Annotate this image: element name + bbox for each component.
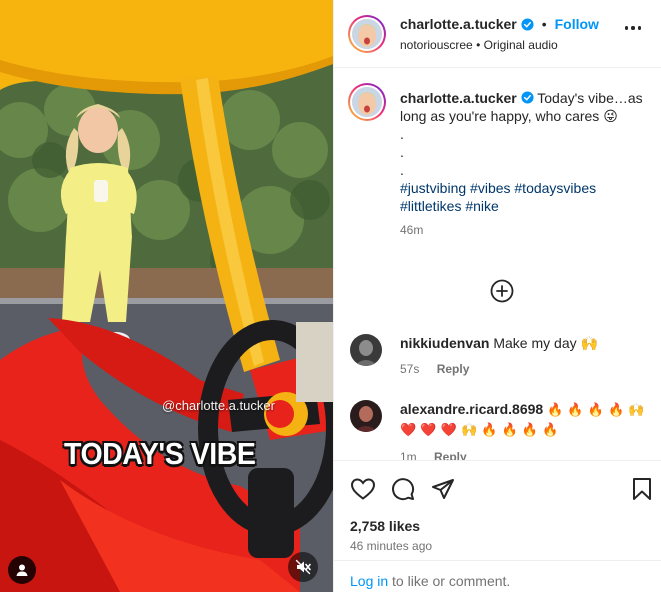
verified-badge-icon: [521, 17, 534, 31]
user-tag-icon: [16, 564, 28, 576]
likes-count[interactable]: 2,758 likes: [350, 518, 420, 534]
audio-source-link[interactable]: notoriouscree: [400, 38, 473, 52]
caption-username[interactable]: charlotte.a.tucker: [400, 90, 517, 106]
comment-username[interactable]: nikkiudenvan: [400, 335, 489, 351]
commenter-avatar[interactable]: [350, 334, 382, 366]
comment-text: Make my day 🙌: [493, 335, 598, 351]
load-more-comments-button[interactable]: [490, 279, 514, 303]
comment-bubble-icon[interactable]: [391, 477, 415, 501]
login-link[interactable]: Log in: [350, 573, 388, 589]
author-username[interactable]: charlotte.a.tucker: [400, 16, 517, 32]
caption-dot: .: [400, 126, 404, 142]
more-dot-icon: [637, 26, 641, 30]
more-dot-icon: [631, 26, 635, 30]
speaker-muted-icon: [295, 559, 311, 575]
post-caption: charlotte.a.tucker Today's vibe…as long …: [400, 89, 650, 239]
author-avatar-image: [352, 19, 382, 49]
commenter-avatar-image: [350, 334, 382, 366]
comment-time: 57s: [400, 362, 420, 376]
caption-hashtags[interactable]: #justvibing #vibes #todaysvibes #littlet…: [400, 179, 650, 215]
tagged-users-button[interactable]: [8, 556, 36, 584]
comment-time: 1m: [400, 450, 417, 460]
post-details-panel: charlotte.a.tucker • Follow notoriouscre…: [333, 0, 661, 592]
like-heart-icon[interactable]: [350, 477, 376, 501]
video-overlay-handle: @charlotte.a.tucker: [162, 398, 275, 413]
post-media[interactable]: @charlotte.a.tucker TODAY'S VIBE: [0, 0, 333, 592]
video-overlay-caption: TODAY'S VIBE: [64, 436, 256, 471]
post-actions: 2,758 likes 46 minutes ago: [334, 460, 661, 560]
post-time-ago[interactable]: 46 minutes ago: [350, 539, 432, 553]
reply-button[interactable]: Reply: [434, 450, 467, 460]
audio-separator: •: [476, 38, 481, 52]
follow-button[interactable]: Follow: [555, 16, 599, 32]
comment-username[interactable]: alexandre.ricard.8698: [400, 401, 543, 417]
login-prompt-text: to like or comment.: [388, 573, 511, 589]
caption-dot: .: [400, 144, 404, 160]
caption-dot-lines: . . .: [400, 125, 650, 179]
audio-label-link[interactable]: Original audio: [484, 38, 558, 52]
commenter-avatar[interactable]: [350, 400, 382, 432]
comments-section[interactable]: charlotte.a.tucker Today's vibe…as long …: [334, 68, 661, 460]
verified-badge-icon: [521, 91, 534, 104]
share-paper-plane-icon[interactable]: [431, 477, 455, 501]
reply-button[interactable]: Reply: [437, 362, 470, 376]
caption-author-avatar[interactable]: [348, 83, 386, 121]
commenter-avatar-image: [350, 400, 382, 432]
more-options-button[interactable]: [624, 26, 641, 30]
post-header: charlotte.a.tucker • Follow notoriouscre…: [334, 0, 661, 68]
header-separator: •: [541, 16, 547, 32]
audio-toggle-button[interactable]: [288, 552, 318, 582]
audio-info: notoriouscree • Original audio: [400, 38, 558, 52]
author-avatar[interactable]: [348, 15, 386, 53]
more-dot-icon: [624, 26, 628, 30]
save-bookmark-icon[interactable]: [632, 477, 652, 501]
caption-dot: .: [400, 162, 404, 178]
caption-time[interactable]: 46m: [400, 221, 650, 239]
caption-avatar-image: [352, 87, 382, 117]
login-prompt: Log in to like or comment.: [334, 560, 661, 592]
video-frame: [0, 0, 333, 592]
